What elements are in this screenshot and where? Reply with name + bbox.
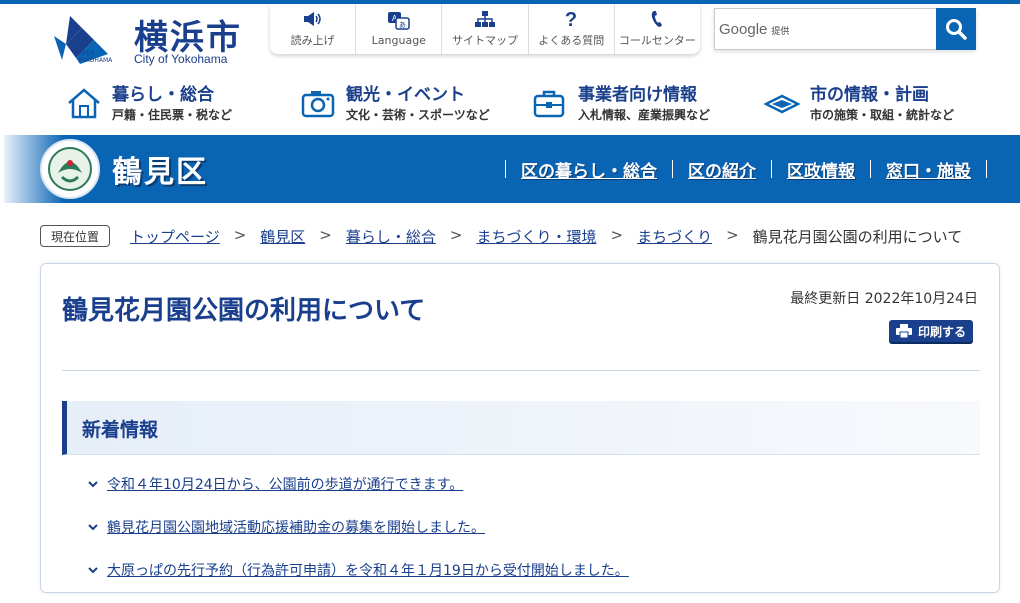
breadcrumb: トップページ > 鶴見区 > 暮らし・総合 > まちづくり・環境 > まちづくり… <box>130 226 962 247</box>
list-item: 令和４年10月24日から、公園前の歩道が通行できます。 <box>87 474 967 517</box>
chevron-down-icon <box>88 524 98 531</box>
global-nav: 暮らし・総合 戸籍・住民票・税など 観光・イベント 文化・芸術・スポーツなど 事… <box>60 78 960 128</box>
util-label: よくある質問 <box>538 34 605 47</box>
util-label: サイトマップ <box>452 34 518 47</box>
house-icon <box>68 88 100 119</box>
breadcrumb-link[interactable]: 鶴見区 <box>260 226 305 247</box>
util-label: コールセンター <box>618 34 696 47</box>
page-title: 鶴見花月園公園の利用について <box>62 296 426 326</box>
printer-icon <box>895 324 912 338</box>
news-heading: 新着情報 <box>62 401 980 455</box>
city-emblem-icon <box>764 94 800 114</box>
nav-divider <box>505 160 506 178</box>
breadcrumb-separator: > <box>610 226 624 244</box>
gnav-tourism[interactable]: 観光・イベント 文化・芸術・スポーツなど <box>300 78 500 128</box>
util-sitemap[interactable]: サイトマップ <box>442 4 529 54</box>
gnav-title: 市の情報・計画 <box>810 85 929 105</box>
nav-divider <box>672 160 673 178</box>
logo-open-yokohama: OPEN YOKOHAMA <box>78 50 113 64</box>
news-link[interactable]: 大原っぱの先行予約（行為許可申請）を令和４年１月19日から受付開始しました。 <box>107 563 629 579</box>
utility-nav: 読み上げ Aあ Language サイトマップ ? よくある質問 コールセンター <box>270 4 700 54</box>
gnav-sub: 戸籍・住民票・税など <box>112 108 233 122</box>
site-search: Google 提供 <box>714 8 976 50</box>
util-faq[interactable]: ? よくある質問 <box>529 4 615 54</box>
briefcase-icon <box>533 90 565 118</box>
phone-icon <box>652 11 663 27</box>
news-link[interactable]: 鶴見花月園公園地域活動応援補助金の募集を開始しました。 <box>107 520 485 536</box>
breadcrumb-separator: > <box>233 226 247 244</box>
list-item: 大原っぱの先行予約（行為許可申請）を令和４年１月19日から受付開始しました。 <box>87 560 967 603</box>
print-button[interactable]: 印刷する <box>889 320 973 342</box>
gnav-title: 観光・イベント <box>346 85 465 105</box>
ward-nav: 区の暮らし・総合 区の紹介 区政情報 窓口・施設 <box>490 156 1002 182</box>
chevron-down-icon <box>88 567 98 574</box>
gnav-title: 暮らし・総合 <box>112 85 214 105</box>
breadcrumb-separator: > <box>319 226 332 244</box>
search-icon <box>946 19 967 40</box>
breadcrumb-link[interactable]: 暮らし・総合 <box>346 226 436 247</box>
breadcrumb-current: 鶴見花月園公園の利用について <box>752 228 963 246</box>
logo-city-name-en: City of Yokohama <box>134 52 228 66</box>
print-label: 印刷する <box>917 324 966 339</box>
breadcrumb-link[interactable]: まちづくり <box>637 226 712 247</box>
tsurumi-crest-icon <box>48 147 92 191</box>
util-label: Language <box>371 33 426 47</box>
util-call-center[interactable]: コールセンター <box>615 4 700 54</box>
util-language[interactable]: Aあ Language <box>356 4 443 54</box>
gnav-living[interactable]: 暮らし・総合 戸籍・住民票・税など <box>66 78 266 128</box>
nav-divider <box>986 160 987 178</box>
list-item: 鶴見花月園公園地域活動応援補助金の募集を開始しました。 <box>87 517 967 560</box>
search-button[interactable] <box>936 8 976 50</box>
breadcrumb-link[interactable]: まちづくり・環境 <box>476 226 596 247</box>
divider <box>62 370 980 371</box>
speaker-icon <box>303 12 321 26</box>
ward-name[interactable]: 鶴見区 <box>112 147 208 191</box>
gnav-city-info[interactable]: 市の情報・計画 市の施策・取組・統計など <box>764 78 964 128</box>
search-input[interactable] <box>715 9 935 49</box>
sitemap-icon <box>475 11 495 27</box>
ward-nav-living[interactable]: 区の暮らし・総合 <box>521 157 657 182</box>
ward-nav-intro[interactable]: 区の紹介 <box>688 157 756 182</box>
news-list: 令和４年10月24日から、公園前の歩道が通行できます。 鶴見花月園公園地域活動応… <box>87 474 967 603</box>
news-heading-text: 新着情報 <box>82 419 159 441</box>
breadcrumb-separator: > <box>449 226 463 244</box>
ward-nav-admin[interactable]: 区政情報 <box>787 157 855 182</box>
util-read-aloud[interactable]: 読み上げ <box>270 4 357 54</box>
breadcrumb-label: 現在位置 <box>40 225 110 247</box>
gnav-sub: 文化・芸術・スポーツなど <box>346 108 490 122</box>
gnav-sub: 市の施策・取組・統計など <box>810 108 955 122</box>
util-label: 読み上げ <box>290 34 335 47</box>
question-icon: ? <box>565 10 577 28</box>
breadcrumb-separator: > <box>726 226 739 244</box>
last-updated: 最終更新日 2022年10月24日 <box>790 291 978 307</box>
language-icon: Aあ <box>387 11 410 30</box>
svg-text:?: ? <box>565 10 577 28</box>
svg-text:あ: あ <box>399 21 406 29</box>
nav-divider <box>771 160 772 178</box>
yokohama-logo[interactable]: OPEN YOKOHAMA 横浜市 City of Yokohama <box>52 12 252 70</box>
chevron-down-icon <box>88 481 98 488</box>
ward-emblem[interactable] <box>40 139 100 199</box>
news-link[interactable]: 令和４年10月24日から、公園前の歩道が通行できます。 <box>107 477 463 493</box>
gnav-title: 事業者向け情報 <box>578 85 697 105</box>
nav-divider <box>870 160 871 178</box>
ward-banner: 鶴見区 区の暮らし・総合 区の紹介 区政情報 窓口・施設 <box>4 135 1020 203</box>
camera-icon <box>301 91 335 118</box>
gnav-business[interactable]: 事業者向け情報 入札情報、産業振興など <box>532 78 732 128</box>
breadcrumb-link[interactable]: トップページ <box>130 226 220 247</box>
ward-nav-facilities[interactable]: 窓口・施設 <box>886 157 971 182</box>
main-content: 鶴見花月園公園の利用について 最終更新日 2022年10月24日 印刷する 新着… <box>40 263 1000 593</box>
gnav-sub: 入札情報、産業振興など <box>578 108 711 122</box>
